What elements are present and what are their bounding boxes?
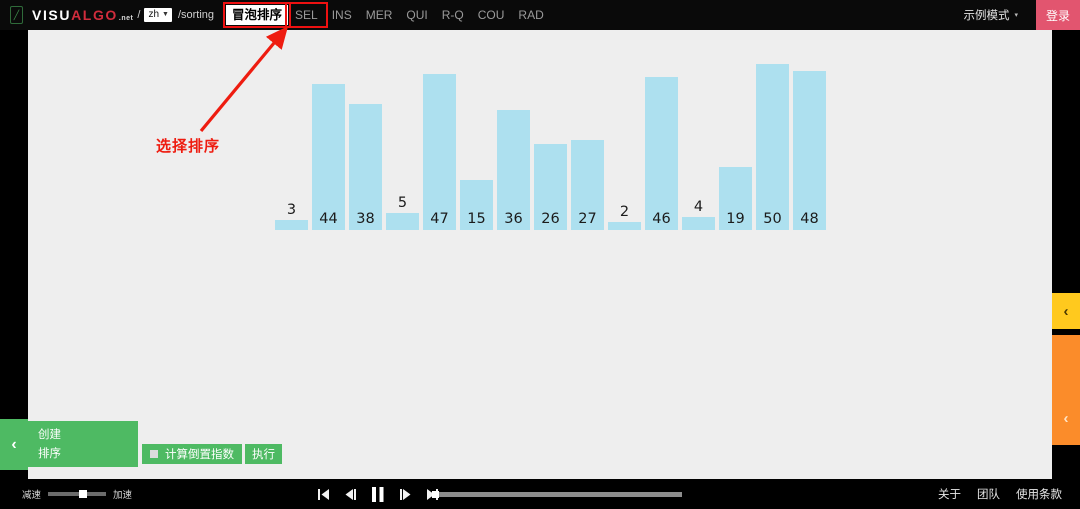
control-collapse-button[interactable]: ‹ bbox=[0, 419, 28, 470]
bracket-logo-icon: ╱ bbox=[10, 6, 23, 24]
logo-algo: ALGO bbox=[71, 7, 118, 23]
navbar-left: ╱ VISU ALGO .net / zh ▼ /sorting 冒泡排序 SEL IN… bbox=[0, 0, 551, 30]
footer-links: 关于 团队 使用条款 bbox=[938, 479, 1062, 509]
speed-fast-label: 加速 bbox=[113, 490, 133, 501]
nav-item-label: 冒泡排序 bbox=[232, 8, 283, 22]
nav-item-2[interactable]: INS bbox=[325, 5, 359, 25]
bar[interactable] bbox=[682, 216, 715, 230]
bar-value-label: 48 bbox=[800, 211, 819, 227]
orange-panel-toggle[interactable]: ‹ bbox=[1052, 335, 1080, 445]
bar[interactable] bbox=[312, 83, 345, 230]
nav-item-4[interactable]: QUI bbox=[399, 5, 434, 25]
bar-value-label: 50 bbox=[763, 211, 782, 227]
mode-label: 示例模式 bbox=[963, 10, 1010, 22]
chevron-left-icon: ‹ bbox=[11, 435, 17, 453]
bar-value-label: 46 bbox=[652, 211, 671, 227]
nav-item-label: COU bbox=[477, 8, 505, 22]
timeline-slider-knob[interactable] bbox=[432, 491, 439, 498]
login-button[interactable]: 登录 bbox=[1036, 0, 1080, 30]
footer-link-1[interactable]: 团队 bbox=[977, 486, 1000, 502]
mode-selector[interactable]: 示例模式 ▾ bbox=[963, 7, 1036, 23]
bar-value-label: 19 bbox=[726, 211, 745, 227]
language-selector[interactable]: zh ▼ bbox=[144, 8, 172, 22]
nav-item-5[interactable]: R-Q bbox=[435, 5, 471, 25]
logo-net: .net bbox=[118, 15, 134, 22]
nav-item-7[interactable]: RAD bbox=[511, 5, 550, 25]
nav-item-3[interactable]: MER bbox=[359, 5, 400, 25]
inversion-index-option[interactable]: 计算倒置指数 bbox=[142, 444, 242, 464]
media-controls bbox=[318, 479, 438, 509]
bar[interactable] bbox=[386, 213, 419, 230]
bar-value-label: 2 bbox=[619, 204, 630, 220]
bottom-bar: 减速 加速 关于 团队 使用条款 bbox=[0, 479, 1080, 509]
first-frame-button[interactable] bbox=[318, 488, 330, 501]
create-menu-item[interactable]: 创建 bbox=[38, 426, 138, 445]
yellow-panel-toggle[interactable]: ‹ bbox=[1052, 293, 1080, 329]
sort-menu-item[interactable]: 排序 bbox=[38, 445, 138, 464]
control-panel: 创建 排序 bbox=[28, 421, 138, 467]
nav-item-6[interactable]: COU bbox=[471, 5, 512, 25]
separator-slash-1: / bbox=[137, 9, 141, 21]
annotation-label: 选择排序 bbox=[156, 138, 221, 155]
top-navbar: ╱ VISU ALGO .net / zh ▼ /sorting 冒泡排序 SEL IN… bbox=[0, 0, 1080, 30]
chevron-left-icon: ‹ bbox=[1063, 409, 1069, 427]
speed-slow-label: 减速 bbox=[22, 490, 42, 501]
bar[interactable] bbox=[423, 73, 456, 230]
step-back-button[interactable] bbox=[344, 488, 357, 501]
bar[interactable] bbox=[608, 222, 641, 230]
nav-item-label: R-Q bbox=[441, 8, 464, 22]
visualgo-app: ╱ VISU ALGO .net / zh ▼ /sorting 冒泡排序 SEL IN… bbox=[0, 0, 1080, 509]
nav-item-label: QUI bbox=[406, 8, 428, 22]
speed-slider[interactable] bbox=[48, 490, 107, 498]
bar-value-label: 3 bbox=[286, 202, 297, 219]
checkbox-icon[interactable] bbox=[150, 450, 158, 458]
bar[interactable] bbox=[756, 64, 789, 230]
footer-link-0[interactable]: 关于 bbox=[938, 486, 961, 502]
chevron-down-icon: ▼ bbox=[162, 11, 169, 18]
nav-item-label: RAD bbox=[518, 8, 544, 22]
bar[interactable] bbox=[275, 220, 308, 230]
nav-item-label: INS bbox=[331, 8, 352, 22]
nav-item-label: MER bbox=[365, 8, 393, 22]
bar[interactable] bbox=[793, 70, 826, 230]
pause-button[interactable] bbox=[371, 486, 385, 502]
algorithm-nav: 冒泡排序 SEL INS MER QUI R-Q COU RAD bbox=[223, 2, 551, 28]
bar-value-label: 36 bbox=[504, 211, 523, 227]
language-value: zh bbox=[148, 9, 159, 20]
bar-value-label: 27 bbox=[578, 211, 597, 227]
bar-value-label: 26 bbox=[541, 211, 560, 227]
nav-item-1[interactable]: SEL bbox=[285, 2, 328, 28]
bar-value-label: 15 bbox=[467, 211, 486, 227]
speed-slider-knob[interactable] bbox=[79, 490, 88, 498]
nav-item-label: SEL bbox=[295, 8, 318, 22]
inversion-index-label: 计算倒置指数 bbox=[165, 449, 234, 461]
bar[interactable] bbox=[645, 77, 678, 230]
nav-item-0[interactable]: 冒泡排序 bbox=[223, 2, 292, 28]
breadcrumb-path: /sorting bbox=[177, 9, 215, 21]
visualgo-logo[interactable]: VISU ALGO .net bbox=[32, 7, 133, 23]
control-options-row: 计算倒置指数 执行 bbox=[142, 444, 282, 464]
bar-value-label: 47 bbox=[430, 211, 449, 227]
bar-value-label: 4 bbox=[693, 198, 704, 215]
chevron-left-icon: ‹ bbox=[1063, 302, 1069, 320]
footer-link-2[interactable]: 使用条款 bbox=[1016, 486, 1062, 502]
bar-value-label: 5 bbox=[397, 195, 408, 212]
navbar-right: 示例模式 ▾ 登录 bbox=[963, 0, 1080, 30]
logo-visu: VISU bbox=[32, 7, 72, 23]
bar-value-label: 44 bbox=[319, 211, 338, 227]
bar-value-label: 38 bbox=[356, 211, 375, 227]
timeline-slider[interactable] bbox=[432, 491, 682, 498]
visualization-canvas: 3 44 38 5 47 15 36 26 27 2 46 4 19 50 48 bbox=[28, 30, 1052, 479]
speed-control: 减速 加速 bbox=[22, 479, 132, 509]
execute-button[interactable]: 执行 bbox=[245, 444, 282, 464]
step-forward-button[interactable] bbox=[399, 488, 412, 501]
chevron-down-icon: ▾ bbox=[1014, 12, 1018, 19]
